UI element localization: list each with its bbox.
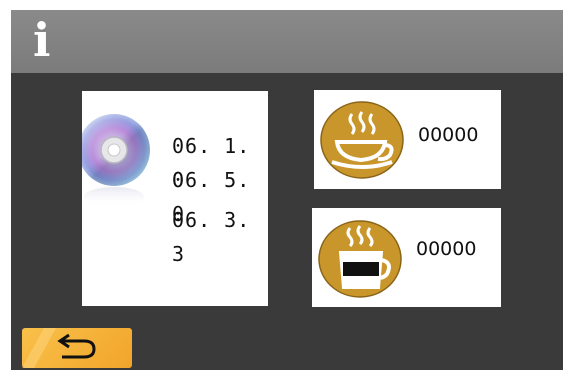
firmware-version-panel: 06. 1. 0 06. 5. 0 06. 3. 3: [82, 91, 268, 306]
header-bar: i: [11, 10, 563, 73]
espresso-counter-panel: 00000: [312, 208, 501, 307]
info-icon: i: [33, 13, 51, 67]
coffee-count-value: 00000: [418, 124, 479, 146]
coffee-counter-panel: 00000: [314, 90, 501, 189]
version-line-2: 06. 5. 0: [172, 168, 251, 226]
coffee-cup-icon: [320, 101, 404, 179]
espresso-glass-icon: [318, 220, 402, 298]
return-arrow-icon: [22, 328, 96, 368]
espresso-count-value: 00000: [416, 238, 477, 260]
cd-icon: [82, 114, 150, 207]
back-button[interactable]: [22, 328, 132, 368]
version-list: 06. 1. 0 06. 5. 0 06. 3. 3: [172, 129, 268, 266]
screen: i 06. 1. 0 06. 5. 0 06. 3. 3 00000 00000: [11, 10, 563, 370]
version-line-3: 06. 3. 3: [172, 208, 251, 266]
version-line-1: 06. 1. 0: [172, 134, 251, 192]
